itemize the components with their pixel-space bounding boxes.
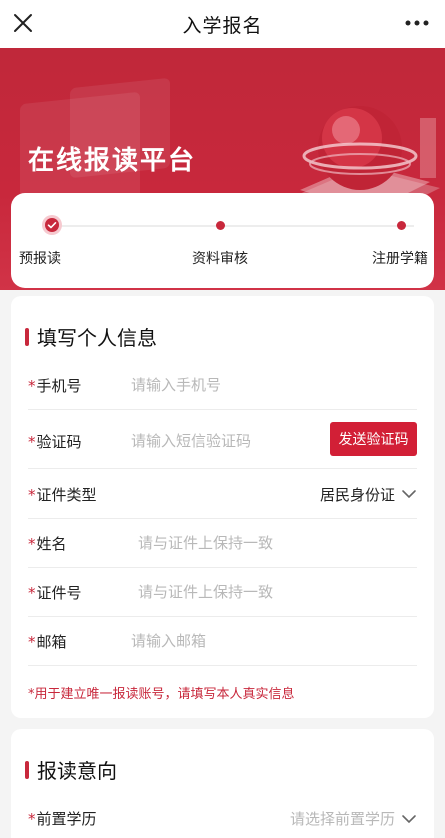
email-input[interactable] xyxy=(131,632,391,650)
progress-line xyxy=(52,225,414,227)
notice-text: *用于建立唯一报读账号，请填写本人真实信息 xyxy=(28,687,295,702)
phone-input[interactable] xyxy=(131,376,391,394)
idtype-value[interactable]: 居民身份证 xyxy=(320,484,395,505)
close-icon[interactable] xyxy=(10,10,36,36)
idno-label: *证件号 xyxy=(28,583,82,602)
chevron-down-icon[interactable] xyxy=(401,489,417,499)
step-2-dot xyxy=(216,221,225,230)
idtype-label: *证件类型 xyxy=(28,485,97,504)
name-input[interactable] xyxy=(138,534,398,552)
education-select[interactable]: 请选择前置学历 xyxy=(290,808,395,829)
step-1-label: 预报读 xyxy=(19,251,61,267)
section-accent-bar xyxy=(25,760,29,779)
education-row[interactable]: *前置学历 请选择前置学历 xyxy=(28,794,417,838)
progress-steps: 预报读 资料审核 注册学籍 xyxy=(11,193,434,288)
education-label: *前置学历 xyxy=(28,810,97,828)
section-header: 报读意向 xyxy=(25,755,117,784)
phone-label: *手机号 xyxy=(28,376,82,395)
section-title: 填写个人信息 xyxy=(37,326,157,350)
idno-input[interactable] xyxy=(138,583,398,601)
code-row: *验证码 发送验证码 xyxy=(28,414,417,469)
more-icon[interactable] xyxy=(403,12,431,34)
code-input[interactable] xyxy=(131,432,321,450)
chevron-down-icon[interactable] xyxy=(401,814,417,824)
code-label: *验证码 xyxy=(28,432,82,451)
phone-row: *手机号 xyxy=(28,361,417,410)
name-row: *姓名 xyxy=(28,519,417,568)
send-code-button[interactable]: 发送验证码 xyxy=(330,422,417,456)
step-3-label: 注册学籍 xyxy=(372,251,428,267)
idno-row: *证件号 xyxy=(28,568,417,617)
idtype-row[interactable]: *证件类型 居民身份证 xyxy=(28,470,417,519)
intent-section: 报读意向 *前置学历 请选择前置学历 xyxy=(11,729,434,838)
step-2-label: 资料审核 xyxy=(192,251,248,267)
section-accent-bar xyxy=(25,327,29,346)
personal-info-section: 填写个人信息 *手机号 *验证码 发送验证码 *证件类型 居民身份证 *姓名 *… xyxy=(11,296,434,718)
email-row: *邮箱 xyxy=(28,617,417,666)
section-title: 报读意向 xyxy=(37,759,117,783)
page-title: 入学报名 xyxy=(182,14,263,37)
top-bar: 入学报名 xyxy=(0,0,445,48)
banner-title: 在线报读平台 xyxy=(28,146,197,176)
step-3-dot xyxy=(397,221,406,230)
step-1-check-icon xyxy=(42,215,62,235)
email-label: *邮箱 xyxy=(28,632,67,651)
section-header: 填写个人信息 xyxy=(25,322,157,351)
name-label: *姓名 xyxy=(28,534,67,553)
